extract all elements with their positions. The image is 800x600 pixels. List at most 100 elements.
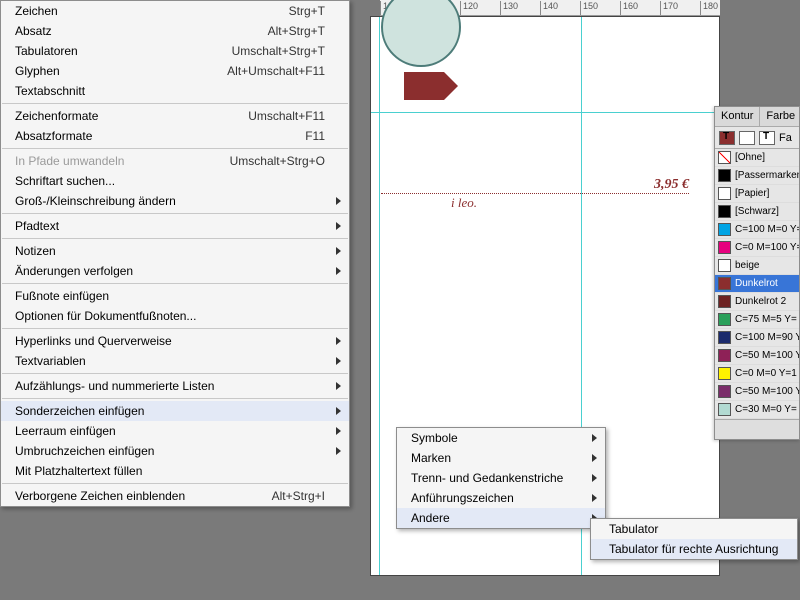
menu-item-label: Tabulator — [609, 522, 658, 536]
type-menu-item-27[interactable]: Leerraum einfügen — [1, 421, 349, 441]
swatch-name: C=50 M=100 Y — [735, 350, 799, 361]
submenu-arrow-icon — [336, 337, 341, 345]
other-item-1[interactable]: Tabulator für rechte Ausrichtung — [591, 539, 797, 559]
submenu-arrow-icon — [336, 382, 341, 390]
type-menu-item-1[interactable]: Absatz Alt+Strg+T — [1, 21, 349, 41]
tab-farbe[interactable]: Farbe — [760, 107, 800, 126]
swatch-row-14[interactable]: C=30 M=0 Y= — [715, 401, 799, 419]
swatch-row-13[interactable]: C=50 M=100 Y — [715, 383, 799, 401]
type-menu-item-31[interactable]: Verborgene Zeichen einblendenAlt+Strg+I — [1, 486, 349, 506]
type-menu-item-13[interactable]: Pfadtext — [1, 216, 349, 236]
menu-item-label: Symbole — [411, 431, 458, 445]
type-menu-item-10[interactable]: Schriftart suchen... — [1, 171, 349, 191]
type-menu-item-24[interactable]: Aufzählungs- und nummerierte Listen — [1, 376, 349, 396]
swatch-row-9[interactable]: C=75 M=5 Y= — [715, 311, 799, 329]
menu-shortcut: Umschalt+F11 — [248, 109, 325, 123]
menu-item-label: Absatzformate — [15, 129, 92, 143]
menu-item-label: Tabulatoren — [15, 44, 78, 58]
fa-label: Fa — [779, 132, 792, 144]
swatch-chip — [718, 331, 731, 344]
menu-item-label: Verborgene Zeichen einblenden — [15, 489, 185, 503]
menu-item-label: Groß-/Kleinschreibung ändern — [15, 194, 176, 208]
swatch-row-1[interactable]: [Passermarken] — [715, 167, 799, 185]
menu-item-label: Textabschnitt — [15, 84, 85, 98]
swatch-chip — [718, 241, 731, 254]
menu-shortcut: Alt+Strg+T — [268, 24, 325, 38]
swatch-chip — [718, 205, 731, 218]
swatch-name: C=0 M=0 Y=1 — [735, 368, 797, 379]
type-menu-item-18[interactable]: Fußnote einfügen — [1, 286, 349, 306]
submenu-arrow-icon — [336, 407, 341, 415]
type-menu-item-6[interactable]: ZeichenformateUmschalt+F11 — [1, 106, 349, 126]
swatch-row-0[interactable]: [Ohne] — [715, 149, 799, 167]
text-fill-icon[interactable] — [719, 131, 735, 145]
menu-item-label: Aufzählungs- und nummerierte Listen — [15, 379, 214, 393]
menu-item-label: Leerraum einfügen — [15, 424, 116, 438]
menu-item-label: Pfadtext — [15, 219, 59, 233]
menu-item-label: Sonderzeichen einfügen — [15, 404, 144, 418]
type-menu-item-22[interactable]: Textvariablen — [1, 351, 349, 371]
swatch-row-7[interactable]: Dunkelrot — [715, 275, 799, 293]
menu-shortcut: Strg+T — [289, 4, 325, 18]
swap-fill-icon[interactable] — [739, 131, 755, 145]
type-menu-item-2[interactable]: Tabulatoren Umschalt+Strg+T — [1, 41, 349, 61]
menu-item-label: Anführungszeichen — [411, 491, 514, 505]
type-menu-item-29[interactable]: Mit Platzhaltertext füllen — [1, 461, 349, 481]
swatch-row-5[interactable]: C=0 M=100 Y= — [715, 239, 799, 257]
panel-footer — [715, 419, 799, 439]
menu-item-label: Tabulator für rechte Ausrichtung — [609, 542, 778, 556]
tab-kontur[interactable]: Kontur — [715, 107, 760, 126]
type-menu-item-3[interactable]: GlyphenAlt+Umschalt+F11 — [1, 61, 349, 81]
price-text[interactable]: 3,95 € — [381, 177, 689, 194]
type-menu-item-0[interactable]: ZeichenStrg+T — [1, 1, 349, 21]
type-menu-item-19[interactable]: Optionen für Dokumentfußnoten... — [1, 306, 349, 326]
swatch-name: Dunkelrot 2 — [735, 296, 786, 307]
swatch-row-11[interactable]: C=50 M=100 Y — [715, 347, 799, 365]
swatch-name: C=100 M=0 Y= — [735, 224, 799, 235]
type-menu-item-7[interactable]: Absatzformate F11 — [1, 126, 349, 146]
swatch-name: [Passermarken] — [735, 170, 799, 181]
swatches-panel: Kontur Farbe Fa [Ohne] [Passermarken] [Pap… — [714, 106, 800, 440]
type-menu-item-11[interactable]: Groß-/Kleinschreibung ändern — [1, 191, 349, 211]
type-menu-item-26[interactable]: Sonderzeichen einfügen — [1, 401, 349, 421]
type-menu-item-21[interactable]: Hyperlinks und Querverweise — [1, 331, 349, 351]
type-menu-item-28[interactable]: Umbruchzeichen einfügen — [1, 441, 349, 461]
special-chars-item-0[interactable]: Symbole — [397, 428, 605, 448]
badge-shape[interactable] — [381, 0, 461, 67]
menu-item-label: Andere — [411, 511, 450, 525]
swatch-row-12[interactable]: C=0 M=0 Y=1 — [715, 365, 799, 383]
type-menu-item-16[interactable]: Änderungen verfolgen — [1, 261, 349, 281]
type-menu-item-4[interactable]: Textabschnitt — [1, 81, 349, 101]
menu-item-label: Absatz — [15, 24, 52, 38]
type-menu-item-9: In Pfade umwandelnUmschalt+Strg+O — [1, 151, 349, 171]
swatch-row-4[interactable]: C=100 M=0 Y= — [715, 221, 799, 239]
menu-shortcut: Alt+Umschalt+F11 — [227, 64, 325, 78]
special-chars-item-4[interactable]: Andere — [397, 508, 605, 528]
submenu-arrow-icon — [592, 454, 597, 462]
swatch-row-8[interactable]: Dunkelrot 2 — [715, 293, 799, 311]
menu-shortcut: F11 — [305, 129, 325, 143]
ribbon-shape[interactable] — [404, 72, 444, 100]
other-item-0[interactable]: Tabulator — [591, 519, 797, 539]
swatch-row-2[interactable]: [Papier] — [715, 185, 799, 203]
menu-item-label: Mit Platzhaltertext füllen — [15, 464, 142, 478]
menu-item-label: Fußnote einfügen — [15, 289, 109, 303]
special-chars-item-2[interactable]: Trenn- und Gedankenstriche — [397, 468, 605, 488]
submenu-arrow-icon — [592, 474, 597, 482]
swatch-row-6[interactable]: beige — [715, 257, 799, 275]
submenu-arrow-icon — [592, 494, 597, 502]
swatch-name: C=75 M=5 Y= — [735, 314, 797, 325]
swatch-chip — [718, 349, 731, 362]
text-stroke-icon[interactable] — [759, 131, 775, 145]
special-chars-item-3[interactable]: Anführungszeichen — [397, 488, 605, 508]
swatch-chip — [718, 277, 731, 290]
type-menu-item-15[interactable]: Notizen — [1, 241, 349, 261]
special-chars-item-1[interactable]: Marken — [397, 448, 605, 468]
menu-shortcut: Umschalt+Strg+T — [232, 44, 325, 58]
swatch-chip — [718, 367, 731, 380]
swatch-chip — [718, 223, 731, 236]
swatch-row-3[interactable]: [Schwarz] — [715, 203, 799, 221]
swatch-row-10[interactable]: C=100 M=90 Y — [715, 329, 799, 347]
menu-item-label: Marken — [411, 451, 451, 465]
menu-item-label: Änderungen verfolgen — [15, 264, 133, 278]
